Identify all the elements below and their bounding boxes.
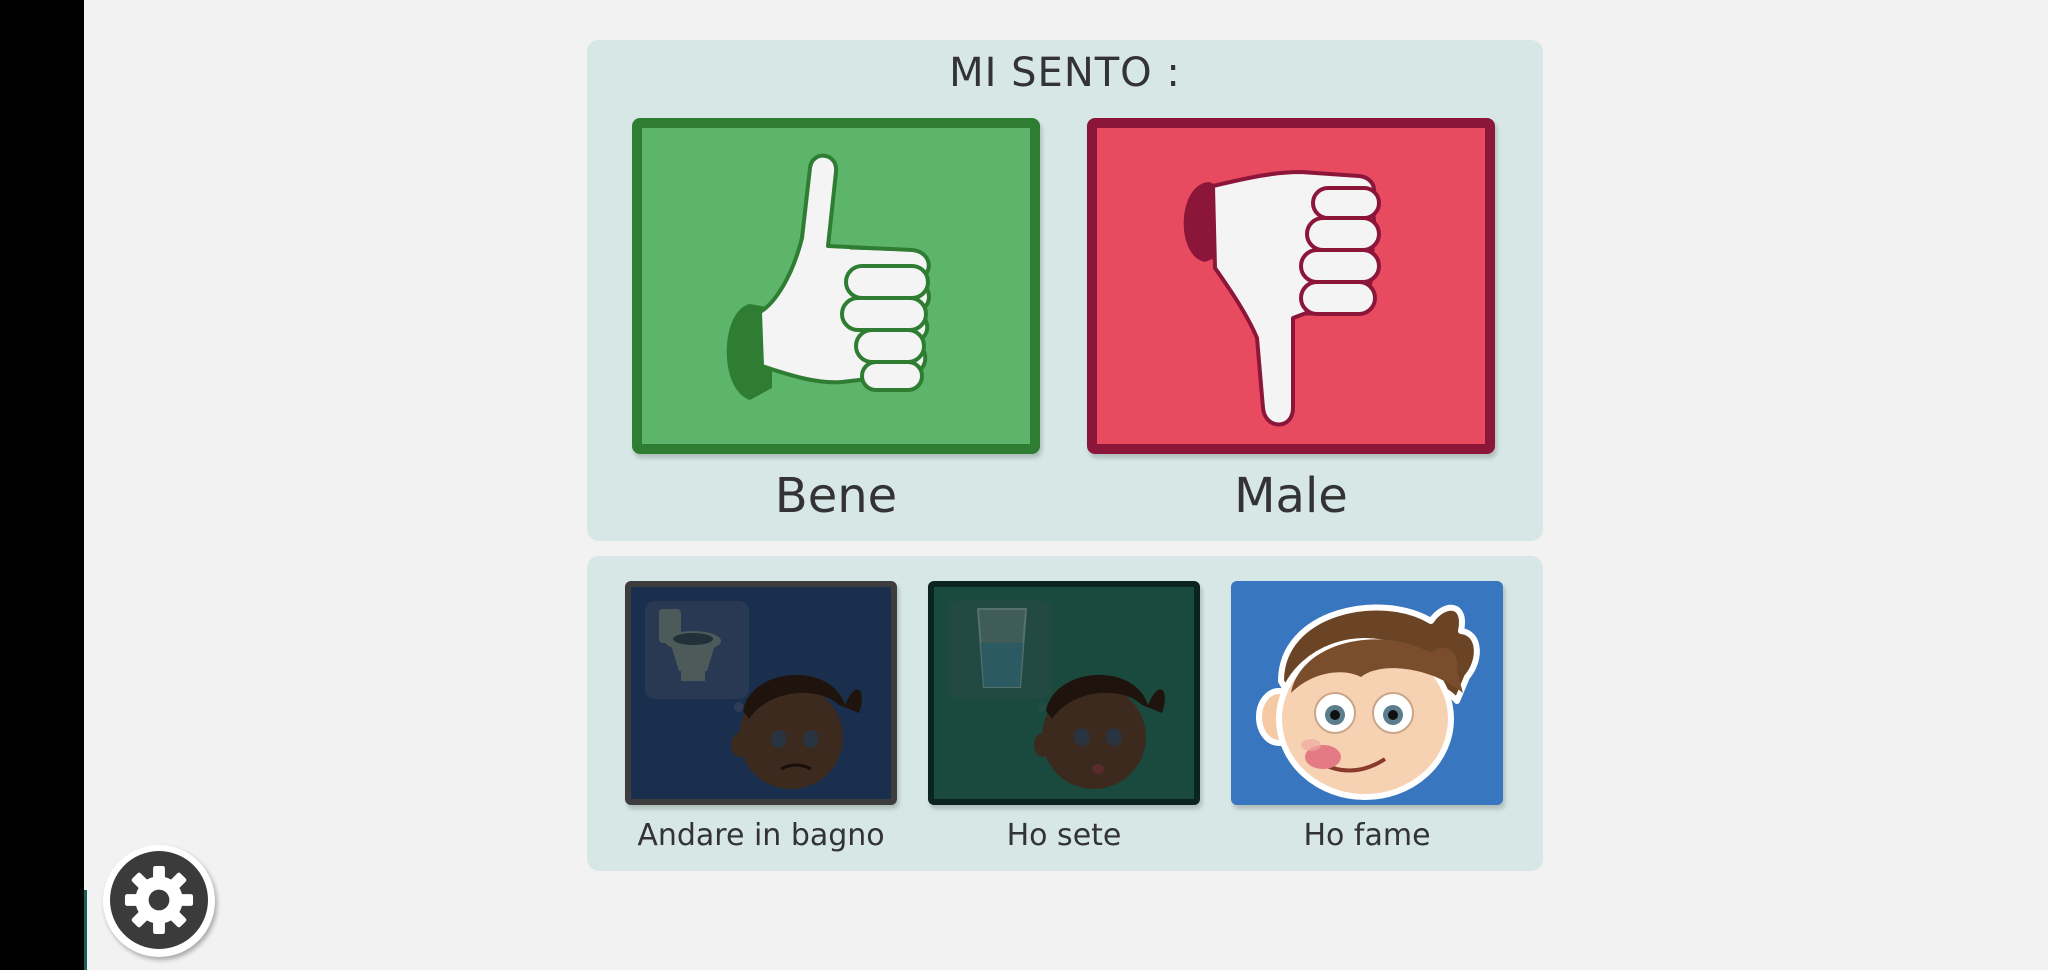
- need-thirst-button[interactable]: [928, 581, 1200, 805]
- feelings-panel: MI SENTO : Bene Male: [587, 40, 1543, 541]
- thumbs-up-icon: [726, 153, 931, 400]
- need-bathroom-label: Andare in bagno: [637, 818, 885, 853]
- needs-panel: Andare in bagno Ho sete Ho fame: [587, 556, 1543, 871]
- left-system-bar: [0, 0, 84, 970]
- hungry-face-icon: [1256, 604, 1480, 800]
- settings-button[interactable]: [103, 845, 215, 957]
- feel-good-label: Bene: [774, 468, 898, 524]
- need-hunger-label: Ho fame: [1303, 818, 1431, 853]
- feel-good-button[interactable]: [632, 118, 1040, 454]
- feel-bad-label: Male: [1234, 468, 1348, 524]
- need-hunger-button[interactable]: [1231, 581, 1503, 805]
- toilet-icon: [645, 601, 862, 789]
- thumbs-down-icon: [1183, 170, 1381, 427]
- need-bathroom-button[interactable]: [625, 581, 897, 805]
- left-bar-accent: [84, 890, 87, 970]
- glass-of-water-icon: [948, 601, 1165, 789]
- feel-bad-button[interactable]: [1087, 118, 1495, 454]
- need-thirst-label: Ho sete: [1006, 818, 1122, 853]
- gear-icon: [124, 865, 194, 935]
- feelings-title: MI SENTO :: [949, 50, 1181, 96]
